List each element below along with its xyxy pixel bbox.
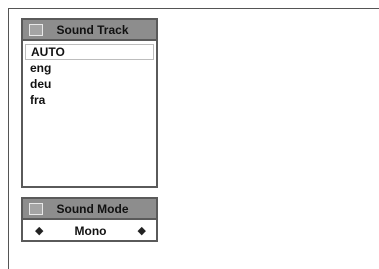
sound-track-header: Sound Track bbox=[23, 20, 156, 41]
track-item-auto[interactable]: AUTO bbox=[25, 44, 154, 60]
square-icon bbox=[29, 23, 43, 36]
sound-track-list: AUTO eng deu fra bbox=[23, 41, 156, 108]
left-arrow-icon[interactable]: ◆ bbox=[35, 225, 43, 237]
sound-track-panel: Sound Track AUTO eng deu fra bbox=[21, 18, 158, 188]
right-arrow-icon[interactable]: ◆ bbox=[138, 225, 146, 237]
track-item-deu[interactable]: deu bbox=[25, 76, 154, 92]
track-item-fra[interactable]: fra bbox=[25, 92, 154, 108]
sound-mode-header: Sound Mode bbox=[23, 199, 156, 220]
sound-mode-title: Sound Mode bbox=[56, 201, 129, 216]
sound-mode-panel: Sound Mode ◆ Mono ◆ bbox=[21, 197, 158, 242]
sound-mode-value: Mono bbox=[74, 224, 107, 238]
sound-mode-selector: ◆ Mono ◆ bbox=[23, 220, 156, 242]
sound-track-title: Sound Track bbox=[56, 22, 129, 37]
track-item-eng[interactable]: eng bbox=[25, 60, 154, 76]
square-icon bbox=[29, 202, 43, 215]
